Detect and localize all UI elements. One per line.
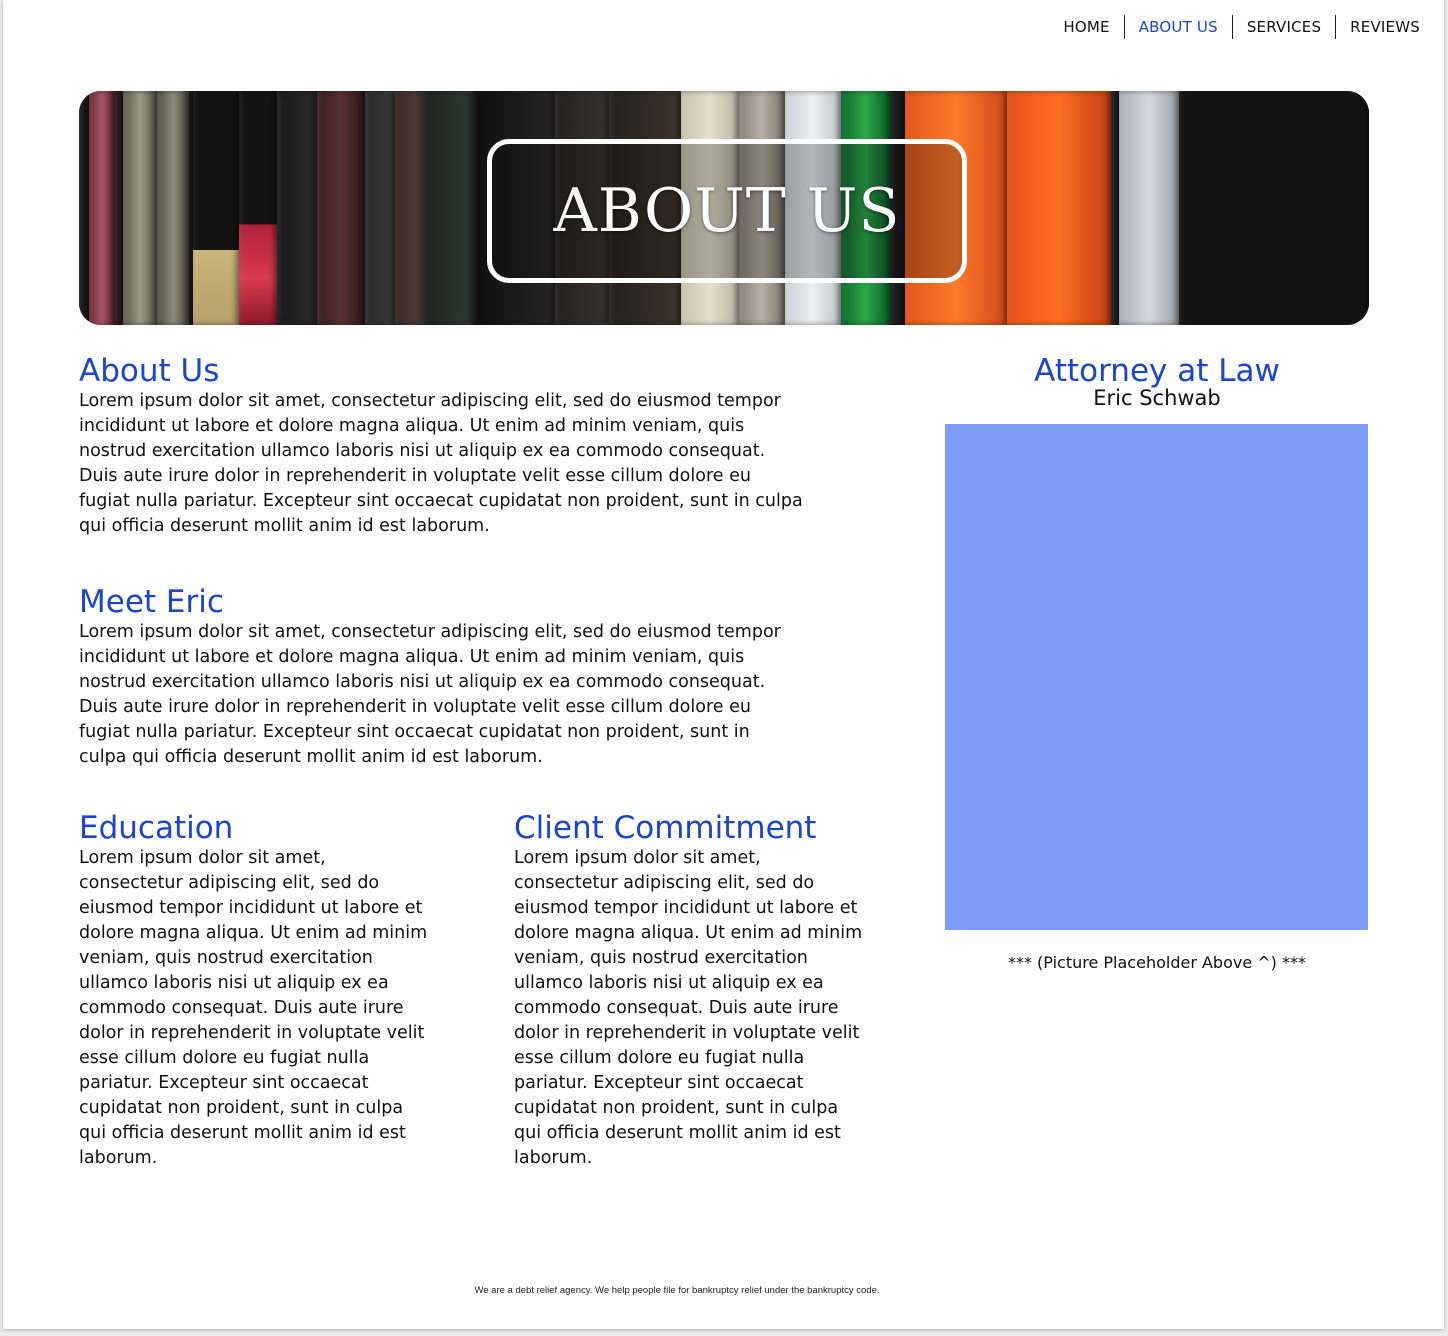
book-spine bbox=[79, 91, 89, 325]
book-spine bbox=[1119, 91, 1179, 325]
book-spine bbox=[317, 91, 365, 325]
book-spine bbox=[365, 91, 395, 325]
hero-banner: ABOUT US bbox=[79, 91, 1369, 325]
book-spine bbox=[123, 91, 157, 325]
photo-placeholder-caption: *** (Picture Placeholder Above ^) *** bbox=[1007, 953, 1307, 972]
about-us-section: About Us Lorem ipsum dolor sit amet, con… bbox=[79, 353, 807, 539]
book-spine bbox=[115, 91, 123, 325]
attorney-name: Eric Schwab bbox=[1093, 386, 1221, 410]
client-commitment-text: Lorem ipsum dolor sit amet, consectetur … bbox=[514, 848, 863, 1168]
book-spine bbox=[89, 91, 115, 325]
nav-services[interactable]: SERVICES bbox=[1231, 15, 1335, 39]
client-commitment-heading: Client Commitment bbox=[514, 810, 817, 846]
attorney-photo-placeholder bbox=[945, 424, 1368, 930]
hero-title: ABOUT US bbox=[553, 176, 901, 246]
book-spine bbox=[277, 91, 317, 325]
book-spine bbox=[423, 91, 473, 325]
main-nav: HOME ABOUT US SERVICES REVIEWS bbox=[1049, 15, 1420, 39]
book-spine bbox=[157, 91, 189, 325]
education-text: Lorem ipsum dolor sit amet, consectetur … bbox=[79, 848, 428, 1168]
book-spine bbox=[193, 91, 239, 325]
nav-about-us[interactable]: ABOUT US bbox=[1123, 15, 1232, 39]
meet-eric-section: Meet Eric Lorem ipsum dolor sit amet, co… bbox=[79, 584, 791, 770]
footer-disclaimer: We are a debt relief agency. We help peo… bbox=[474, 1285, 880, 1296]
book-spine bbox=[395, 91, 423, 325]
book-spine bbox=[239, 91, 277, 325]
book-spine bbox=[1007, 91, 1111, 325]
nav-reviews[interactable]: REVIEWS bbox=[1335, 15, 1420, 39]
about-us-text: Lorem ipsum dolor sit amet, consectetur … bbox=[79, 391, 803, 536]
client-commitment-section: Client Commitment Lorem ipsum dolor sit … bbox=[514, 810, 869, 1171]
book-spine bbox=[1111, 91, 1119, 325]
nav-home[interactable]: HOME bbox=[1049, 15, 1123, 39]
book-spine bbox=[1179, 91, 1369, 325]
education-heading: Education bbox=[79, 810, 234, 846]
hero-title-frame: ABOUT US bbox=[487, 139, 967, 283]
meet-eric-heading: Meet Eric bbox=[79, 584, 224, 620]
about-us-heading: About Us bbox=[79, 353, 220, 389]
meet-eric-text: Lorem ipsum dolor sit amet, consectetur … bbox=[79, 622, 781, 767]
attorney-title: Attorney at Law bbox=[1034, 353, 1280, 389]
page: HOME ABOUT US SERVICES REVIEWS ABOUT US … bbox=[3, 0, 1444, 1329]
education-section: Education Lorem ipsum dolor sit amet, co… bbox=[79, 810, 434, 1171]
